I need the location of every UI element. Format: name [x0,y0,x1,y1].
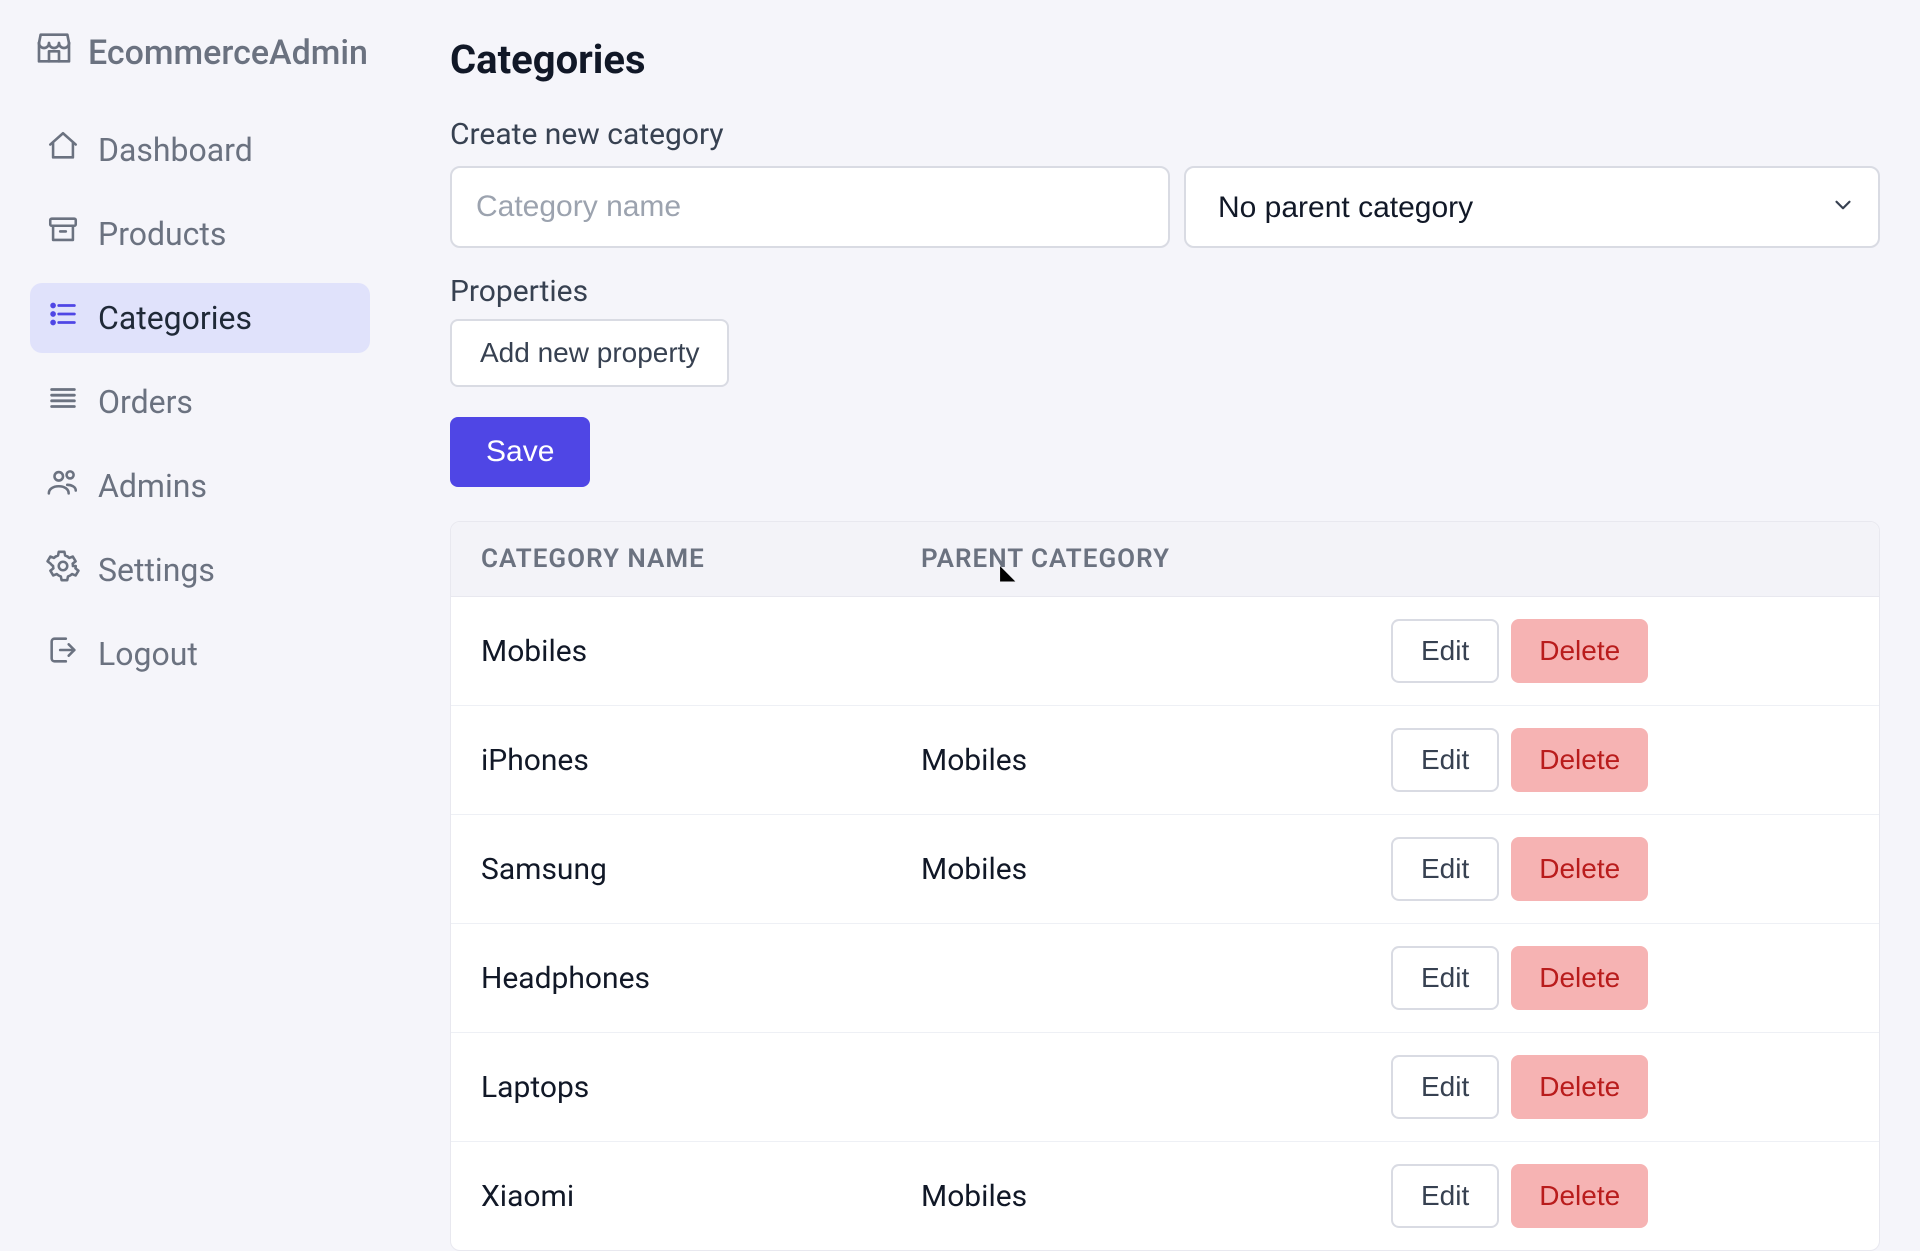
sidebar-item-label: Categories [98,299,252,337]
parent-category-select-wrap: No parent category [1184,166,1880,248]
delete-button[interactable]: Delete [1511,728,1648,792]
cell-actions: EditDelete [1361,815,1879,923]
th-actions [1361,522,1879,596]
table-body: MobilesEditDeleteiPhonesMobilesEditDelet… [451,597,1879,1250]
parent-category-select[interactable]: No parent category [1184,166,1880,248]
brand[interactable]: EcommerceAdmin [30,28,370,77]
table-row: Headphones EditDelete [451,924,1879,1033]
cell-parent-category [891,629,1361,673]
delete-button[interactable]: Delete [1511,946,1648,1010]
sidebar-item-label: Dashboard [98,131,253,169]
store-icon [34,28,74,77]
sidebar-item-dashboard[interactable]: Dashboard [30,115,370,185]
edit-button[interactable]: Edit [1391,728,1499,792]
main: Categories Create new category No parent… [390,0,1920,1080]
add-property-button[interactable]: Add new property [450,319,729,387]
th-parent-category: PARENT CATEGORY [891,522,1361,596]
logout-icon [46,633,80,675]
sidebar-item-settings[interactable]: Settings [30,535,370,605]
users-icon [46,465,80,507]
sidebar-item-label: Logout [98,635,198,673]
list-icon [46,297,80,339]
sidebar-item-label: Orders [98,383,193,421]
cell-actions: EditDelete [1361,1033,1879,1141]
home-icon [46,129,80,171]
create-category-label: Create new category [450,117,1880,152]
sidebar-item-logout[interactable]: Logout [30,619,370,689]
cell-actions: EditDelete [1361,597,1879,705]
queue-icon [46,381,80,423]
archive-icon [46,213,80,255]
table-row: Mobiles EditDelete [451,597,1879,706]
sidebar-item-label: Settings [98,551,215,589]
cell-category-name: Samsung [451,830,891,909]
table-row: Laptops EditDelete [451,1033,1879,1142]
delete-button[interactable]: Delete [1511,837,1648,901]
cell-parent-category [891,956,1361,1000]
cell-category-name: Laptops [451,1048,891,1127]
cell-parent-category: Mobiles [891,1157,1361,1236]
edit-button[interactable]: Edit [1391,946,1499,1010]
th-category-name: CATEGORY NAME [451,522,891,596]
categories-table: CATEGORY NAME PARENT CATEGORY MobilesEdi… [450,521,1880,1251]
page-title: Categories [450,36,1880,83]
sidebar-item-label: Products [98,215,226,253]
cell-parent-category [891,1065,1361,1109]
cell-actions: EditDelete [1361,924,1879,1032]
delete-button[interactable]: Delete [1511,1164,1648,1228]
properties-label: Properties [450,274,1880,309]
category-name-input[interactable] [450,166,1170,248]
table-row: SamsungMobilesEditDelete [451,815,1879,924]
sidebar-item-categories[interactable]: Categories [30,283,370,353]
sidebar-item-admins[interactable]: Admins [30,451,370,521]
edit-button[interactable]: Edit [1391,619,1499,683]
cell-actions: EditDelete [1361,1142,1879,1250]
edit-button[interactable]: Edit [1391,837,1499,901]
nav: Dashboard Products Categories Orders [30,115,370,689]
table-row: iPhonesMobilesEditDelete [451,706,1879,815]
cell-actions: EditDelete [1361,706,1879,814]
table-row: XiaomiMobilesEditDelete [451,1142,1879,1250]
cell-category-name: Headphones [451,939,891,1018]
gear-icon [46,549,80,591]
sidebar-item-label: Admins [98,467,207,505]
edit-button[interactable]: Edit [1391,1164,1499,1228]
cell-category-name: Xiaomi [451,1157,891,1236]
cell-category-name: Mobiles [451,612,891,691]
cell-parent-category: Mobiles [891,830,1361,909]
sidebar: EcommerceAdmin Dashboard Products Catego [0,0,390,1080]
sidebar-item-orders[interactable]: Orders [30,367,370,437]
sidebar-item-products[interactable]: Products [30,199,370,269]
create-row: No parent category [450,166,1880,248]
edit-button[interactable]: Edit [1391,1055,1499,1119]
delete-button[interactable]: Delete [1511,1055,1648,1119]
cell-parent-category: Mobiles [891,721,1361,800]
save-button[interactable]: Save [450,417,590,487]
brand-name: EcommerceAdmin [88,33,368,73]
cell-category-name: iPhones [451,721,891,800]
table-header: CATEGORY NAME PARENT CATEGORY [451,522,1879,597]
delete-button[interactable]: Delete [1511,619,1648,683]
